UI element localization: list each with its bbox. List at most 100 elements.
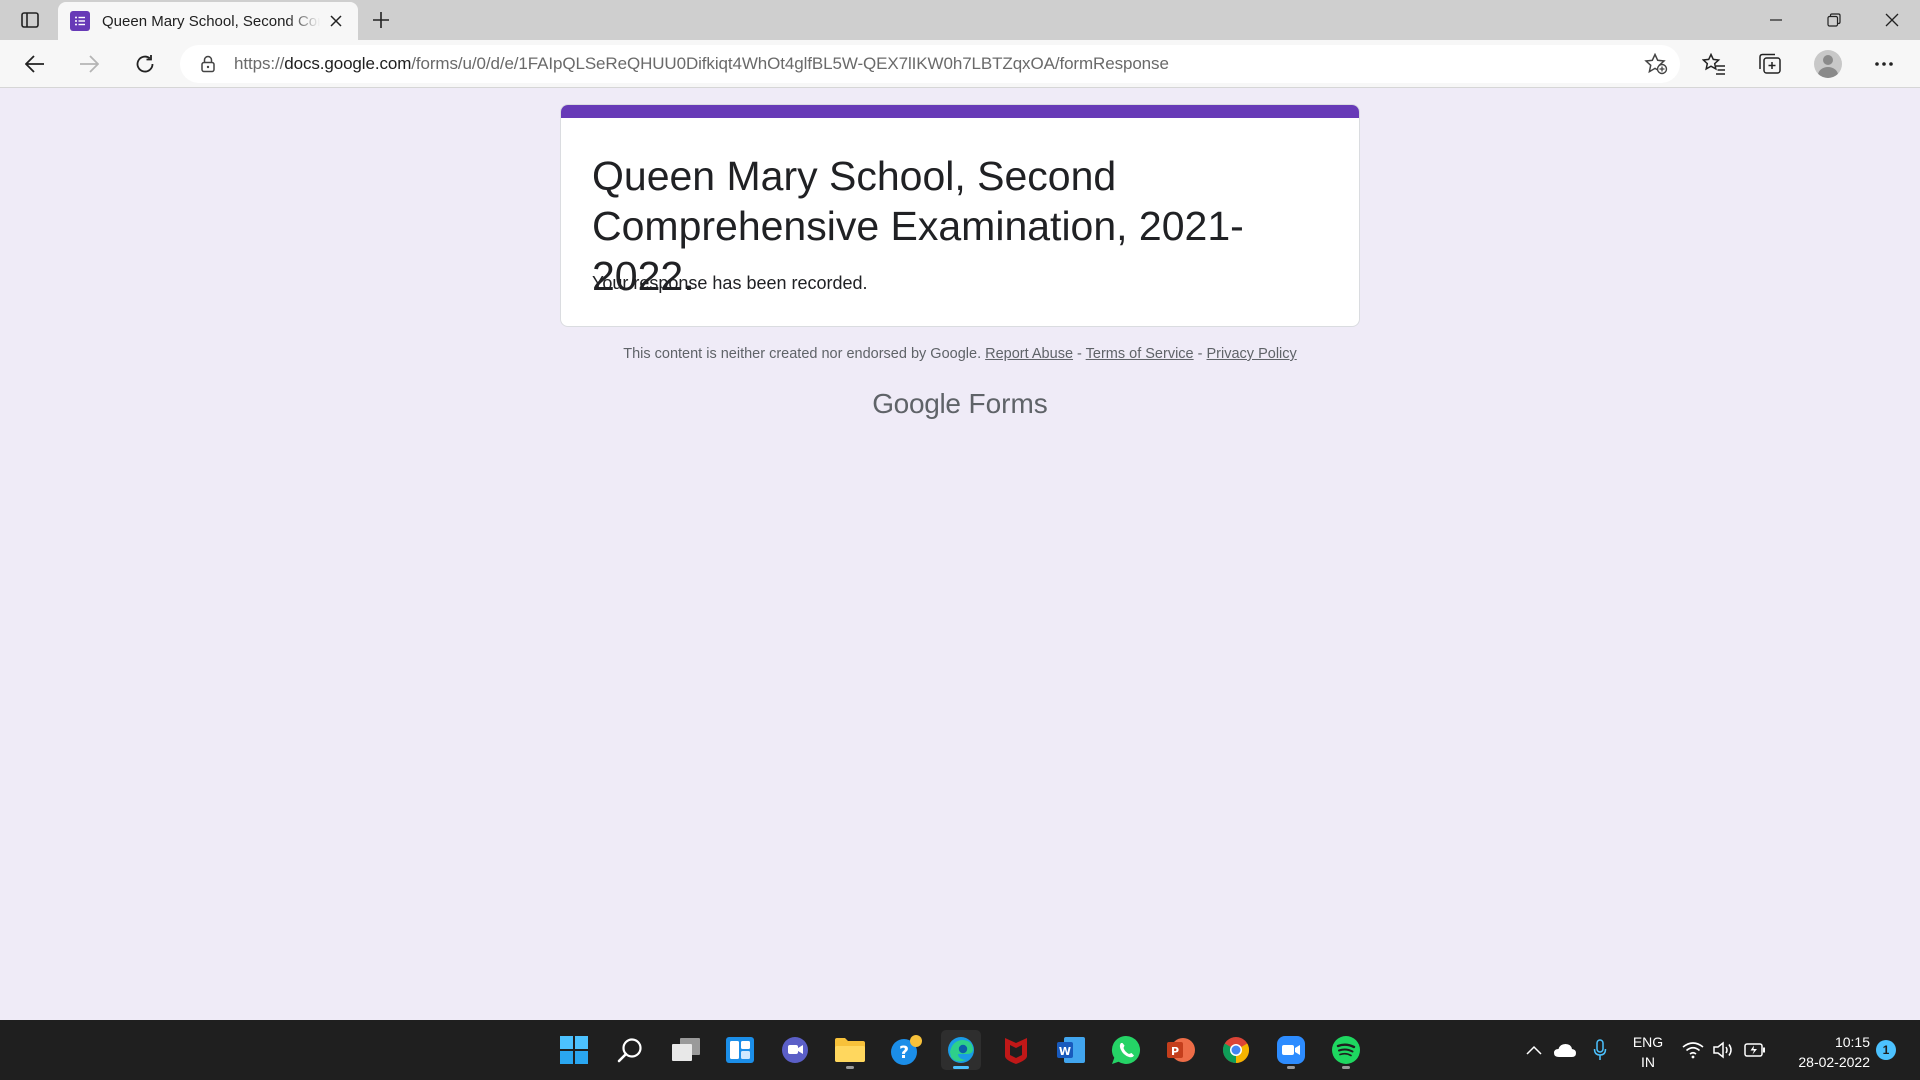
url-scheme: https:// <box>234 54 285 73</box>
chrome-icon <box>1222 1037 1250 1064</box>
running-indicator <box>1342 1066 1350 1069</box>
separator: - <box>1193 346 1207 362</box>
whatsapp-icon <box>1111 1035 1141 1064</box>
get-help-icon: ? <box>891 1035 922 1065</box>
spotify-button[interactable] <box>1326 1030 1366 1070</box>
report-abuse-link[interactable]: Report Abuse <box>985 346 1073 362</box>
widgets-icon <box>726 1037 754 1063</box>
lock-icon[interactable] <box>198 54 218 74</box>
chrome-button[interactable] <box>1216 1030 1256 1070</box>
tab-actions-button[interactable] <box>16 8 44 32</box>
mcafee-button[interactable] <box>996 1030 1036 1070</box>
volume-button[interactable] <box>1710 1020 1736 1080</box>
more-dots-icon <box>1875 62 1893 66</box>
running-indicator <box>953 1066 969 1069</box>
url-host: docs.google.com <box>284 54 412 73</box>
terms-of-service-link[interactable]: Terms of Service <box>1086 346 1194 362</box>
notification-badge[interactable]: 1 <box>1876 1040 1896 1060</box>
running-indicator <box>1287 1066 1295 1069</box>
spotify-icon <box>1332 1036 1360 1064</box>
edge-icon <box>948 1037 974 1063</box>
profile-button[interactable] <box>1810 48 1846 80</box>
arrow-left-icon <box>25 55 44 73</box>
svg-text:P: P <box>1171 1045 1179 1058</box>
disclaimer-text: This content is neither created nor endo… <box>623 346 982 362</box>
taskbar: ? W P ENG IN 10:15 28-02-2022 1 <box>0 1020 1920 1080</box>
refresh-icon <box>136 55 154 73</box>
card-accent-bar <box>561 105 1359 118</box>
favorites-list-icon <box>1702 53 1725 75</box>
teams-chat-icon <box>782 1037 808 1063</box>
file-explorer-icon <box>835 1038 865 1062</box>
tab-close-button[interactable] <box>326 11 346 31</box>
minimize-button[interactable] <box>1748 0 1804 40</box>
cloud-icon <box>1554 1044 1576 1057</box>
privacy-policy-link[interactable]: Privacy Policy <box>1207 346 1297 362</box>
microphone-icon <box>1593 1039 1607 1060</box>
browser-toolbar: https://docs.google.com/forms/u/0/d/e/1F… <box>0 40 1920 88</box>
whatsapp-button[interactable] <box>1106 1030 1146 1070</box>
clock-date: 28-02-2022 <box>1798 1054 1870 1070</box>
file-explorer-button[interactable] <box>830 1030 870 1070</box>
close-icon <box>1885 13 1899 27</box>
svg-text:?: ? <box>899 1043 909 1063</box>
microphone-button[interactable] <box>1586 1020 1614 1080</box>
language-code: ENG <box>1632 1034 1664 1050</box>
brand-google: Google <box>872 388 961 419</box>
brand-product: Forms <box>968 388 1048 419</box>
add-favorite-button[interactable] <box>1644 53 1668 75</box>
mcafee-icon <box>1005 1038 1027 1064</box>
restore-icon <box>1827 13 1841 27</box>
region-code: IN <box>1641 1054 1655 1070</box>
zoom-icon <box>1277 1036 1305 1064</box>
battery-charging-icon <box>1744 1043 1765 1057</box>
tab-actions-icon <box>21 12 39 28</box>
start-button[interactable] <box>554 1030 594 1070</box>
url-path: /forms/u/0/d/e/1FAIpQLSeReQHUU0Difkiqt4W… <box>411 54 1169 73</box>
clock-time: 10:15 <box>1834 1034 1870 1050</box>
battery-button[interactable] <box>1740 1020 1770 1080</box>
task-view-button[interactable] <box>666 1030 706 1070</box>
edge-button[interactable] <box>941 1030 981 1070</box>
collections-icon <box>1759 53 1781 74</box>
show-hidden-icons-button[interactable] <box>1522 1020 1546 1080</box>
tab-title: Queen Mary School, Second Comprehensive … <box>102 12 320 30</box>
refresh-button[interactable] <box>128 48 162 80</box>
new-tab-button[interactable] <box>366 6 396 34</box>
separator: - <box>1073 346 1086 362</box>
word-icon: W <box>1057 1037 1085 1063</box>
clock-button[interactable]: 10:15 28-02-2022 <box>1776 1032 1870 1072</box>
restore-button[interactable] <box>1806 0 1862 40</box>
form-response-card: Queen Mary School, Second Comprehensive … <box>560 104 1360 327</box>
widgets-button[interactable] <box>720 1030 760 1070</box>
input-language-button[interactable]: ENG IN <box>1624 1032 1672 1072</box>
google-forms-favicon-icon <box>70 11 90 31</box>
settings-more-button[interactable] <box>1866 48 1902 80</box>
zoom-button[interactable] <box>1271 1030 1311 1070</box>
url-text[interactable]: https://docs.google.com/forms/u/0/d/e/1F… <box>234 54 1169 74</box>
svg-text:W: W <box>1059 1045 1071 1058</box>
google-forms-logo[interactable]: Google Forms <box>0 388 1920 420</box>
powerpoint-button[interactable]: P <box>1161 1030 1201 1070</box>
active-tab[interactable]: Queen Mary School, Second Comprehensive … <box>58 2 358 40</box>
confirmation-message: Your response has been recorded. <box>592 273 868 293</box>
arrow-right-icon <box>80 55 99 73</box>
teams-chat-button[interactable] <box>775 1030 815 1070</box>
avatar <box>1814 50 1842 78</box>
close-icon <box>330 15 342 27</box>
close-window-button[interactable] <box>1864 0 1920 40</box>
wifi-button[interactable] <box>1680 1020 1706 1080</box>
address-bar[interactable]: https://docs.google.com/forms/u/0/d/e/1F… <box>180 45 1680 83</box>
back-button[interactable] <box>18 48 52 80</box>
collections-button[interactable] <box>1752 48 1788 80</box>
tab-strip: Queen Mary School, Second Comprehensive … <box>0 0 1920 40</box>
minimize-icon <box>1770 19 1782 21</box>
forward-button[interactable] <box>72 48 106 80</box>
word-button[interactable]: W <box>1051 1030 1091 1070</box>
onedrive-button[interactable] <box>1550 1020 1580 1080</box>
search-icon <box>617 1038 642 1063</box>
plus-icon <box>373 12 389 28</box>
favorites-button[interactable] <box>1696 48 1732 80</box>
get-help-button[interactable]: ? <box>886 1030 926 1070</box>
search-button[interactable] <box>610 1030 650 1070</box>
